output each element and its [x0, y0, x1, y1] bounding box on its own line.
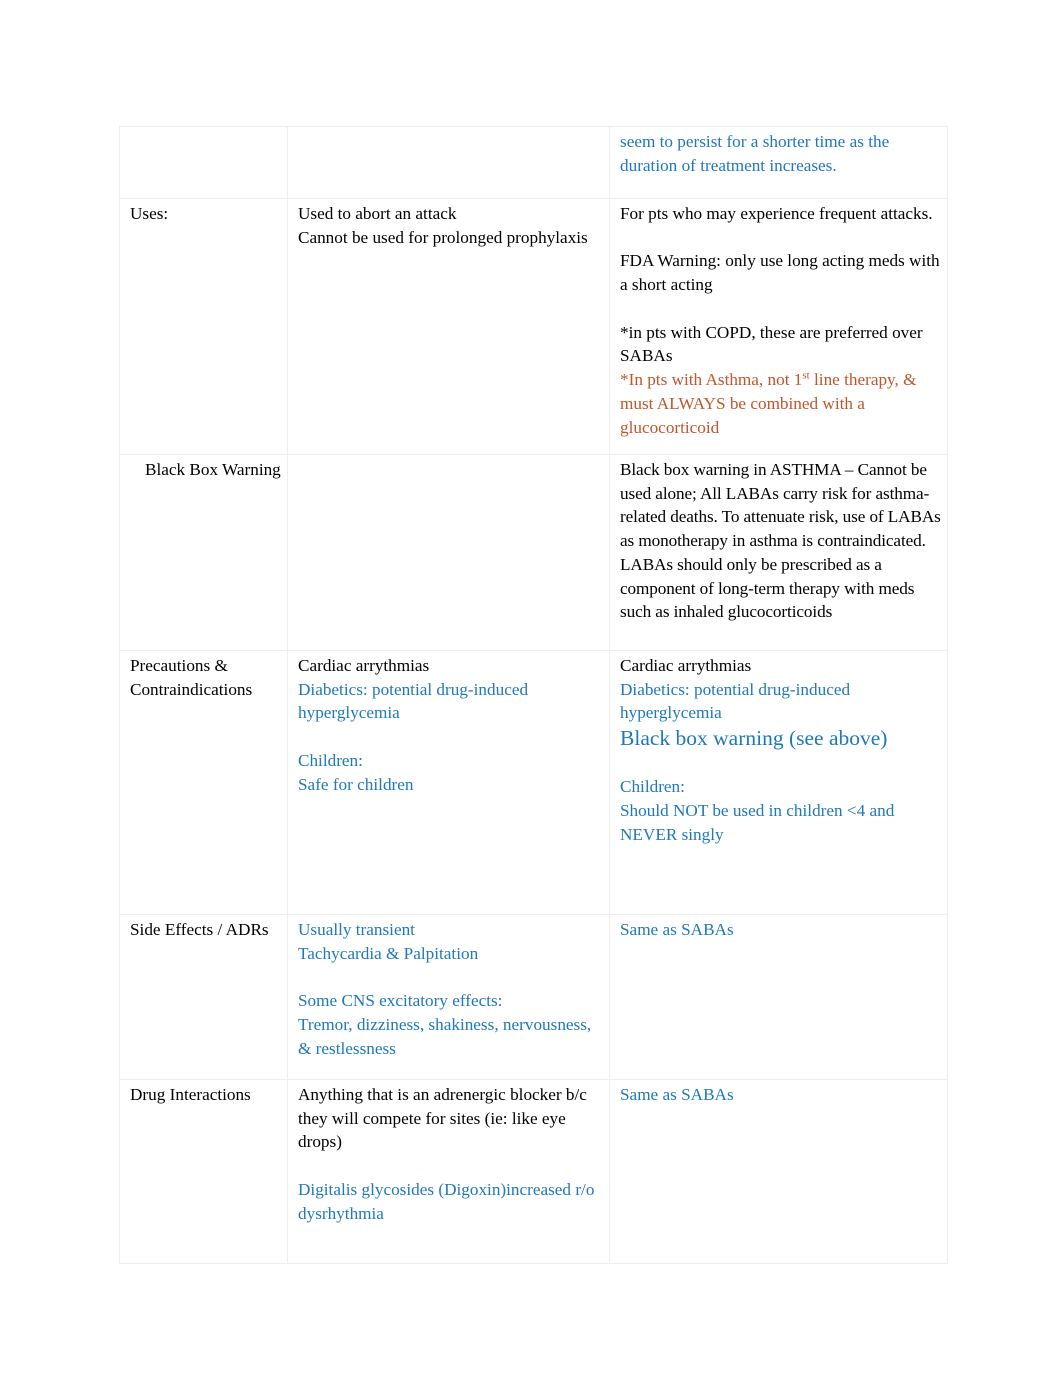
precautions-laba-children: Children: Should NOT be used in children…: [620, 777, 895, 844]
side-effects-saba-transient: Usually transient Tachycardia & Palpitat…: [298, 920, 479, 963]
uses-laba-asthma-note: *In pts with Asthma, not 1st line therap…: [620, 368, 941, 439]
precautions-saba-children: Children: Safe for children: [298, 750, 414, 794]
drug-comparison-table: seem to persist for a shorter time as th…: [119, 126, 948, 1264]
cell-col2-black-box-warning: [287, 454, 610, 651]
cell-col3-precautions: Cardiac arrythmias Diabetics: potential …: [609, 650, 948, 915]
precautions-laba-arrythmias: Cardiac arrythmias: [620, 656, 752, 675]
cell-col3-continued: seem to persist for a shorter time as th…: [609, 126, 948, 199]
cell-col2-drug-interactions: Anything that is an adrenergic blocker b…: [287, 1079, 610, 1264]
cell-label-black-box-warning: Black Box Warning: [119, 454, 288, 651]
cell-label-drug-interactions: Drug Interactions: [119, 1079, 288, 1264]
black-box-warning-text: Black box warning in ASTHMA – Cannot be …: [620, 460, 941, 622]
uses-laba-copd-note: *in pts with COPD, these are preferred o…: [620, 322, 923, 366]
precautions-saba-arrythmias: Cardiac arrythmias: [298, 656, 430, 675]
document-page: seem to persist for a shorter time as th…: [0, 0, 1062, 1376]
uses-saba-text: Used to abort an attack Cannot be used f…: [298, 204, 588, 247]
continued-text: seem to persist for a shorter time as th…: [620, 132, 890, 175]
cell-label-precautions: Precautions & Contraindications: [119, 650, 288, 915]
ordinal-suffix: st: [802, 369, 810, 382]
table-row: Black Box Warning Black box warning in A…: [119, 454, 948, 651]
cell-col3-drug-interactions: Same as SABAs: [609, 1079, 948, 1264]
cell-label-continued: [119, 126, 288, 199]
cell-col3-black-box-warning: Black box warning in ASTHMA – Cannot be …: [609, 454, 948, 651]
cell-col2-precautions: Cardiac arrythmias Diabetics: potential …: [287, 650, 610, 915]
table-row: Precautions & Contraindications Cardiac …: [119, 650, 948, 915]
row-label-drug-interactions: Drug Interactions: [130, 1085, 251, 1104]
row-label-black-box-warning: Black Box Warning: [145, 460, 281, 479]
table-row: seem to persist for a shorter time as th…: [119, 126, 948, 199]
uses-laba-text-1: For pts who may experience frequent atta…: [620, 204, 933, 223]
cell-col2-uses: Used to abort an attack Cannot be used f…: [287, 198, 610, 455]
drug-interactions-saba-digitalis: Digitalis glycosides (Digoxin)increased …: [298, 1179, 595, 1223]
row-label-precautions: Precautions & Contraindications: [130, 656, 253, 699]
asthma-note-pre: *In pts with Asthma, not 1: [620, 370, 803, 390]
cell-label-uses: Uses:: [119, 198, 288, 455]
table-row: Side Effects / ADRs Usually transient Ta…: [119, 914, 948, 1080]
precautions-saba-diabetics: Diabetics: potential drug-induced hyperg…: [298, 679, 529, 723]
drug-interactions-saba-adrenergic-blocker: Anything that is an adrenergic blocker b…: [298, 1085, 587, 1152]
table-row: Uses: Used to abort an attack Cannot be …: [119, 198, 948, 455]
uses-laba-fda-warning: FDA Warning: only use long acting meds w…: [620, 251, 940, 295]
row-label-uses: Uses:: [130, 204, 169, 223]
row-label-side-effects: Side Effects / ADRs: [130, 920, 269, 939]
cell-col2-side-effects: Usually transient Tachycardia & Palpitat…: [287, 914, 610, 1080]
cell-col3-side-effects: Same as SABAs: [609, 914, 948, 1080]
precautions-laba-black-box-reference: Black box warning (see above): [620, 726, 888, 751]
side-effects-saba-cns: Some CNS excitatory effects: Tremor, diz…: [298, 991, 592, 1058]
table-row: Drug Interactions Anything that is an ad…: [119, 1079, 948, 1264]
cell-col3-uses: For pts who may experience frequent atta…: [609, 198, 948, 455]
side-effects-laba-same-as-sabas: Same as SABAs: [620, 920, 734, 939]
cell-label-side-effects: Side Effects / ADRs: [119, 914, 288, 1080]
cell-col2-continued: [287, 126, 610, 199]
drug-interactions-laba-same-as-sabas: Same as SABAs: [620, 1085, 734, 1104]
precautions-laba-diabetics: Diabetics: potential drug-induced hyperg…: [620, 679, 851, 723]
